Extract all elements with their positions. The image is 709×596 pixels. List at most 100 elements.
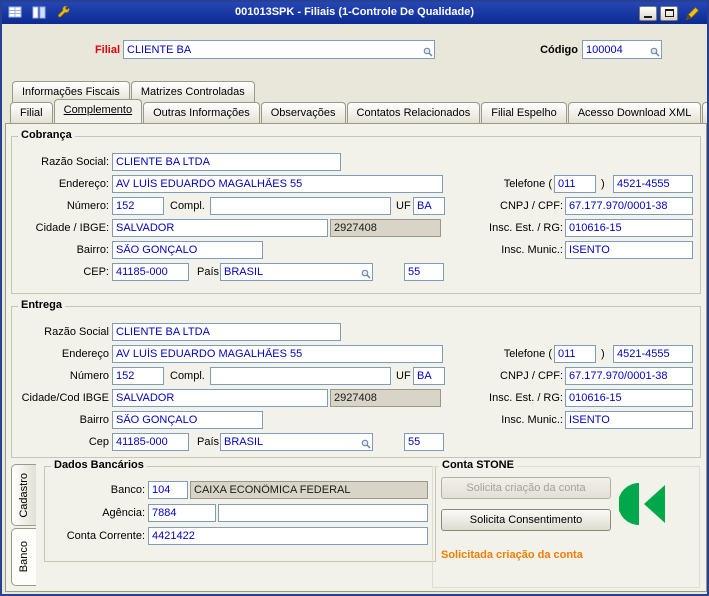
entrega-cep-input[interactable] <box>112 433 189 451</box>
entrega-group: Entrega Razão Social Endereço Número Com… <box>11 299 701 458</box>
app-window: 001013SPK - Filiais (1-Controle De Quali… <box>0 0 709 596</box>
magnifier-icon[interactable] <box>361 269 371 279</box>
cobranca-insc-est-label: Insc. Est. / RG: <box>489 222 563 234</box>
entrega-compl-label: Compl. <box>170 370 205 382</box>
cobranca-pais-field <box>220 263 373 281</box>
cobranca-ddi-input[interactable] <box>404 263 444 281</box>
maximize-button[interactable] <box>660 5 678 21</box>
cobranca-uf-label: UF <box>396 200 411 212</box>
cobranca-title: Cobrança <box>18 129 75 141</box>
cobranca-numero-input[interactable] <box>112 197 164 215</box>
entrega-insc-est-input[interactable] <box>565 389 693 407</box>
cobranca-bairro-label: Bairro: <box>76 244 109 256</box>
tab-complemento[interactable]: Complemento <box>53 99 143 123</box>
main-tab-bar: Filial Complemento Outras Informações Ob… <box>10 99 707 123</box>
window-title: 001013SPK - Filiais (1-Controle De Quali… <box>234 6 474 18</box>
cobranca-group: Cobrança Razão Social: Endereço: Número:… <box>11 129 701 294</box>
cobranca-cep-label: CEP: <box>83 266 109 278</box>
tab-observacoes[interactable]: Observações <box>260 102 346 123</box>
side-tab-cadastro[interactable]: Cadastro <box>11 464 36 526</box>
cobranca-cidade-input[interactable] <box>112 219 328 237</box>
entrega-cidade-input[interactable] <box>112 389 328 407</box>
entrega-cnpj-input[interactable] <box>565 367 693 385</box>
side-tab-cadastro-label: Cadastro <box>18 472 30 518</box>
banco-codigo-input[interactable] <box>148 481 188 499</box>
entrega-numero-input[interactable] <box>112 367 164 385</box>
cobranca-razao-input[interactable] <box>112 153 341 171</box>
entrega-cnpj-label: CNPJ / CPF: <box>500 370 563 382</box>
codigo-field <box>582 40 662 59</box>
tab-contatos-relacionados[interactable]: Contatos Relacionados <box>346 102 481 123</box>
stone-green-icon <box>619 483 665 525</box>
entrega-pais-field <box>220 433 373 451</box>
cobranca-compl-input[interactable] <box>210 197 391 215</box>
entrega-insc-mun-input[interactable] <box>565 411 693 429</box>
entrega-ddd-input[interactable] <box>554 345 596 363</box>
agencia-label: Agência: <box>102 507 145 519</box>
entrega-pais-input[interactable] <box>220 433 373 451</box>
entrega-bairro-input[interactable] <box>112 411 263 429</box>
cobranca-telefone-label: Telefone ( <box>503 178 552 190</box>
cobranca-razao-label: Razão Social: <box>41 156 109 168</box>
tab-outras-informacoes[interactable]: Outras Informações <box>143 102 260 123</box>
solicita-consentimento-button[interactable]: Solicita Consentimento <box>441 509 611 531</box>
complemento-page: Cobrança Razão Social: Endereço: Número:… <box>5 123 707 592</box>
stone-status-text: Solicitada criação da conta <box>441 549 583 561</box>
cobranca-insc-mun-input[interactable] <box>565 241 693 259</box>
tab-acesso-download-xml[interactable]: Acesso Download XML <box>567 102 702 123</box>
cobranca-cidade-label: Cidade / IBGE: <box>35 222 109 234</box>
magnifier-icon[interactable] <box>361 439 371 449</box>
minimize-icon <box>644 15 652 18</box>
cobranca-cep-input[interactable] <box>112 263 189 281</box>
grid-icon[interactable] <box>8 5 23 20</box>
cobranca-insc-est-input[interactable] <box>565 219 693 237</box>
cobranca-endereco-input[interactable] <box>112 175 443 193</box>
solicita-criacao-button[interactable]: Solicita criação da conta <box>441 477 611 499</box>
cobranca-ddd-input[interactable] <box>554 175 596 193</box>
entrega-cidade-label: Cidade/Cod IBGE <box>21 392 109 404</box>
tab-filial[interactable]: Filial <box>10 102 53 123</box>
entrega-ddi-input[interactable] <box>404 433 444 451</box>
agencia-input[interactable] <box>148 504 216 522</box>
entrega-razao-input[interactable] <box>112 323 341 341</box>
tab-filial-espelho[interactable]: Filial Espelho <box>481 102 567 123</box>
banco-label: Banco: <box>110 484 145 496</box>
entrega-telefone-close-label: ) <box>601 348 605 360</box>
filial-input[interactable] <box>123 40 435 59</box>
cobranca-numero-label: Número: <box>66 200 109 212</box>
tab-log[interactable]: Log <box>702 102 707 123</box>
entrega-numero-label: Número <box>69 370 109 382</box>
magnifier-icon[interactable] <box>650 47 660 57</box>
entrega-telefone-label: Telefone ( <box>503 348 552 360</box>
titlebar-controls <box>639 5 701 21</box>
conta-stone-group: Conta STONE Solicita criação da conta So… <box>432 459 700 588</box>
entrega-telefone-input[interactable] <box>613 345 693 363</box>
edit-pencil-icon[interactable] <box>685 5 701 21</box>
entrega-uf-label: UF <box>396 370 411 382</box>
cobranca-pais-input[interactable] <box>220 263 373 281</box>
entrega-title: Entrega <box>18 299 65 311</box>
cobranca-telefone-input[interactable] <box>613 175 693 193</box>
cobranca-pais-label: País <box>197 266 220 278</box>
wrench-icon[interactable] <box>56 5 71 20</box>
side-tab-banco[interactable]: Banco <box>11 528 36 586</box>
cobranca-cnpj-input[interactable] <box>565 197 693 215</box>
minimize-button[interactable] <box>639 5 657 21</box>
cobranca-compl-label: Compl. <box>170 200 205 212</box>
entrega-compl-input[interactable] <box>210 367 391 385</box>
entrega-cep-label: Cep <box>88 436 109 448</box>
cobranca-bairro-input[interactable] <box>112 241 263 259</box>
conta-corrente-input[interactable] <box>148 527 428 545</box>
entrega-insc-est-label: Insc. Est. / RG: <box>489 392 563 404</box>
filial-label: Filial <box>94 44 120 56</box>
entrega-pais-label: País <box>197 436 220 448</box>
entrega-endereco-input[interactable] <box>112 345 443 363</box>
magnifier-icon[interactable] <box>423 47 433 57</box>
side-tab-banco-label: Banco <box>18 541 30 573</box>
filial-field <box>123 40 435 59</box>
banco-nome-input <box>190 481 428 499</box>
maximize-icon <box>664 8 674 17</box>
columns-icon[interactable] <box>32 5 47 20</box>
agencia-extra-input[interactable] <box>218 504 428 522</box>
tab-matrizes-controladas[interactable]: Matrizes Controladas <box>130 81 255 102</box>
